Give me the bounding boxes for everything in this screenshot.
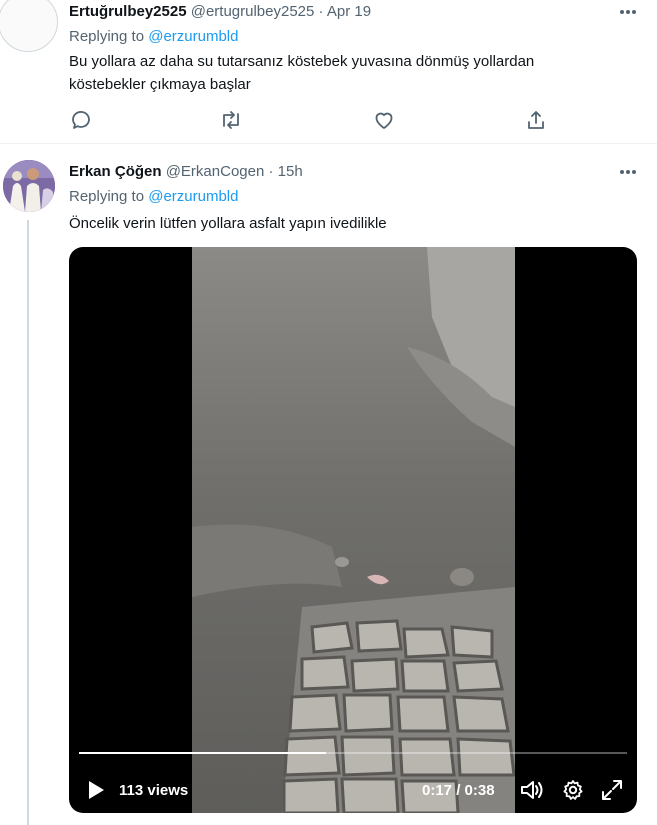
tweet-text: Öncelik verin lütfen yollara asfalt yapı…	[69, 215, 387, 232]
tweet-time[interactable]: Apr 19	[327, 3, 371, 20]
replying-to: Replying to @erzurumbld	[69, 28, 238, 45]
tweet-text: Bu yollara az daha su tutarsanız köstebe…	[69, 50, 629, 96]
avatar[interactable]	[0, 0, 58, 52]
tweet-time[interactable]: 15h	[278, 163, 303, 180]
thread-line	[27, 220, 29, 825]
reply-icon[interactable]	[69, 108, 93, 132]
more-options-icon[interactable]	[619, 9, 637, 15]
video-frame	[192, 247, 515, 813]
more-options-icon[interactable]	[619, 169, 637, 175]
separator: ·	[268, 163, 274, 180]
replying-label: Replying to	[69, 28, 145, 45]
tweet-text-line: köstebekler çıkmaya başlar	[69, 76, 251, 93]
replying-to: Replying to @erzurumbld	[69, 188, 238, 205]
like-icon[interactable]	[372, 108, 396, 132]
mention-link[interactable]: @erzurumbld	[148, 28, 238, 45]
tweet-header: Erkan Çöğen @ErkanCogen · 15h	[69, 163, 303, 180]
tweet-ertugrulbey[interactable]: Ertuğrulbey2525 @ertugrulbey2525 · Apr 1…	[0, 0, 657, 144]
author-handle[interactable]: @ErkanCogen	[166, 163, 265, 180]
tweet-erkancogen[interactable]: Erkan Çöğen @ErkanCogen · 15h Replying t…	[0, 145, 657, 825]
avatar-photo-icon	[3, 160, 55, 212]
share-icon[interactable]	[524, 108, 548, 132]
retweet-icon[interactable]	[219, 108, 243, 132]
tweet-actions	[69, 108, 569, 132]
progress-fill	[79, 752, 326, 754]
author-name[interactable]: Ertuğrulbey2525	[69, 3, 187, 20]
avatar[interactable]	[3, 160, 55, 212]
mention-link[interactable]: @erzurumbld	[148, 188, 238, 205]
tweet-header: Ertuğrulbey2525 @ertugrulbey2525 · Apr 1…	[69, 3, 371, 20]
view-count: 113 views	[119, 782, 189, 799]
time-display: 0:17 / 0:38	[422, 782, 495, 799]
volume-icon[interactable]	[519, 778, 545, 802]
author-name[interactable]: Erkan Çöğen	[69, 163, 162, 180]
video-player[interactable]: 113 views 0:17 / 0:38	[69, 247, 637, 813]
author-handle[interactable]: @ertugrulbey2525	[191, 3, 315, 20]
replying-label: Replying to	[69, 188, 145, 205]
fullscreen-icon[interactable]	[600, 778, 624, 802]
play-icon[interactable]	[87, 780, 105, 800]
tweet-text-line: Bu yollara az daha su tutarsanız köstebe…	[69, 53, 535, 70]
progress-bar[interactable]	[79, 752, 627, 754]
separator: ·	[318, 3, 324, 20]
settings-icon[interactable]	[561, 778, 585, 802]
